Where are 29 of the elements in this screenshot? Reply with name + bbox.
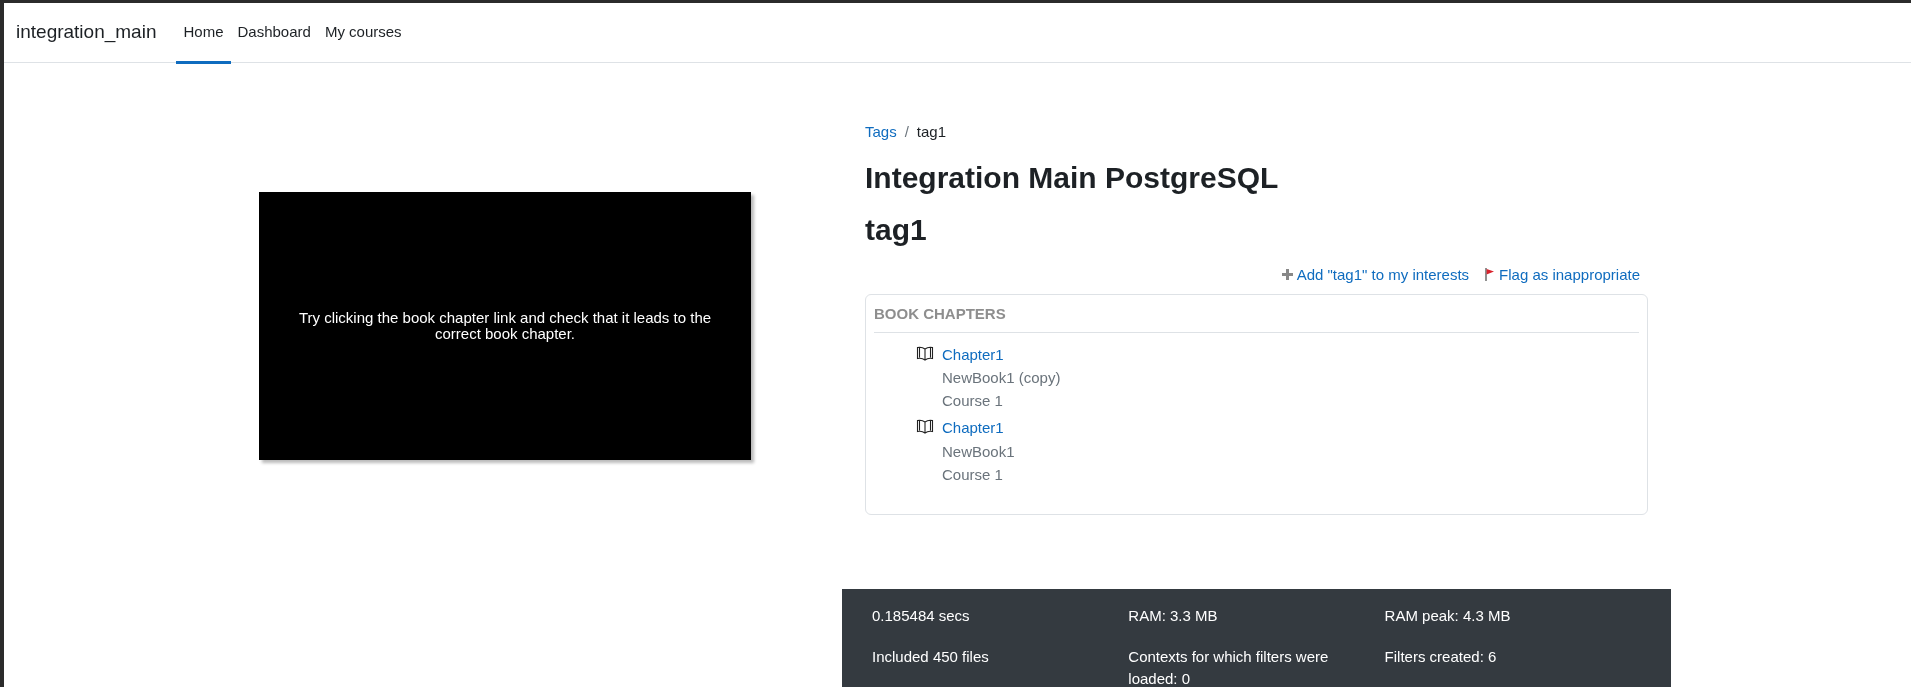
action-link[interactable]: Flag as inappropriate (1499, 263, 1640, 286)
book-icon (916, 345, 934, 361)
performance-stat: Included 450 files (872, 648, 989, 665)
action-link[interactable]: Add "tag1" to my interests (1296, 263, 1470, 286)
breadcrumb-current: tag1 (916, 122, 947, 142)
note-text: Try clicking the book chapter link and check that it leads to the correct book chapter. (297, 309, 713, 343)
plus-icon (1281, 269, 1293, 281)
performance-stat: RAM peak: 4.3 MB (1384, 607, 1511, 624)
site-title: Integration Main PostgreSQL (865, 159, 1280, 196)
book-icon (916, 419, 934, 435)
breadcrumb-link[interactable]: Tags (865, 121, 897, 144)
chapter-link[interactable]: Chapter1 (942, 342, 1004, 366)
site-name[interactable]: integration_main (16, 18, 157, 47)
breadcrumb-separator: / (904, 122, 909, 142)
chapter-link[interactable]: Chapter1 (942, 416, 1004, 440)
performance-stat: RAM: 3.3 MB (1128, 607, 1218, 624)
course-name: Course 1 (942, 464, 1003, 485)
course-name: Course 1 (942, 391, 1003, 411)
book-name: NewBook1 (942, 441, 1015, 462)
book-name: NewBook1 (copy) (942, 367, 1061, 388)
performance-stat: Contexts for which filters were loaded: 0 (1128, 648, 1329, 687)
flag-icon (1485, 268, 1496, 282)
nav-tab[interactable]: My courses (317, 4, 409, 64)
nav-tab[interactable]: Dashboard (230, 4, 318, 64)
performance-stat: Filters created: 6 (1384, 648, 1497, 665)
performance-stat: 0.185484 secs (872, 607, 970, 624)
card-title: BOOK CHAPTERS (874, 303, 1639, 333)
nav-tab[interactable]: Home (176, 4, 231, 64)
tag-title: tag1 (865, 211, 928, 248)
